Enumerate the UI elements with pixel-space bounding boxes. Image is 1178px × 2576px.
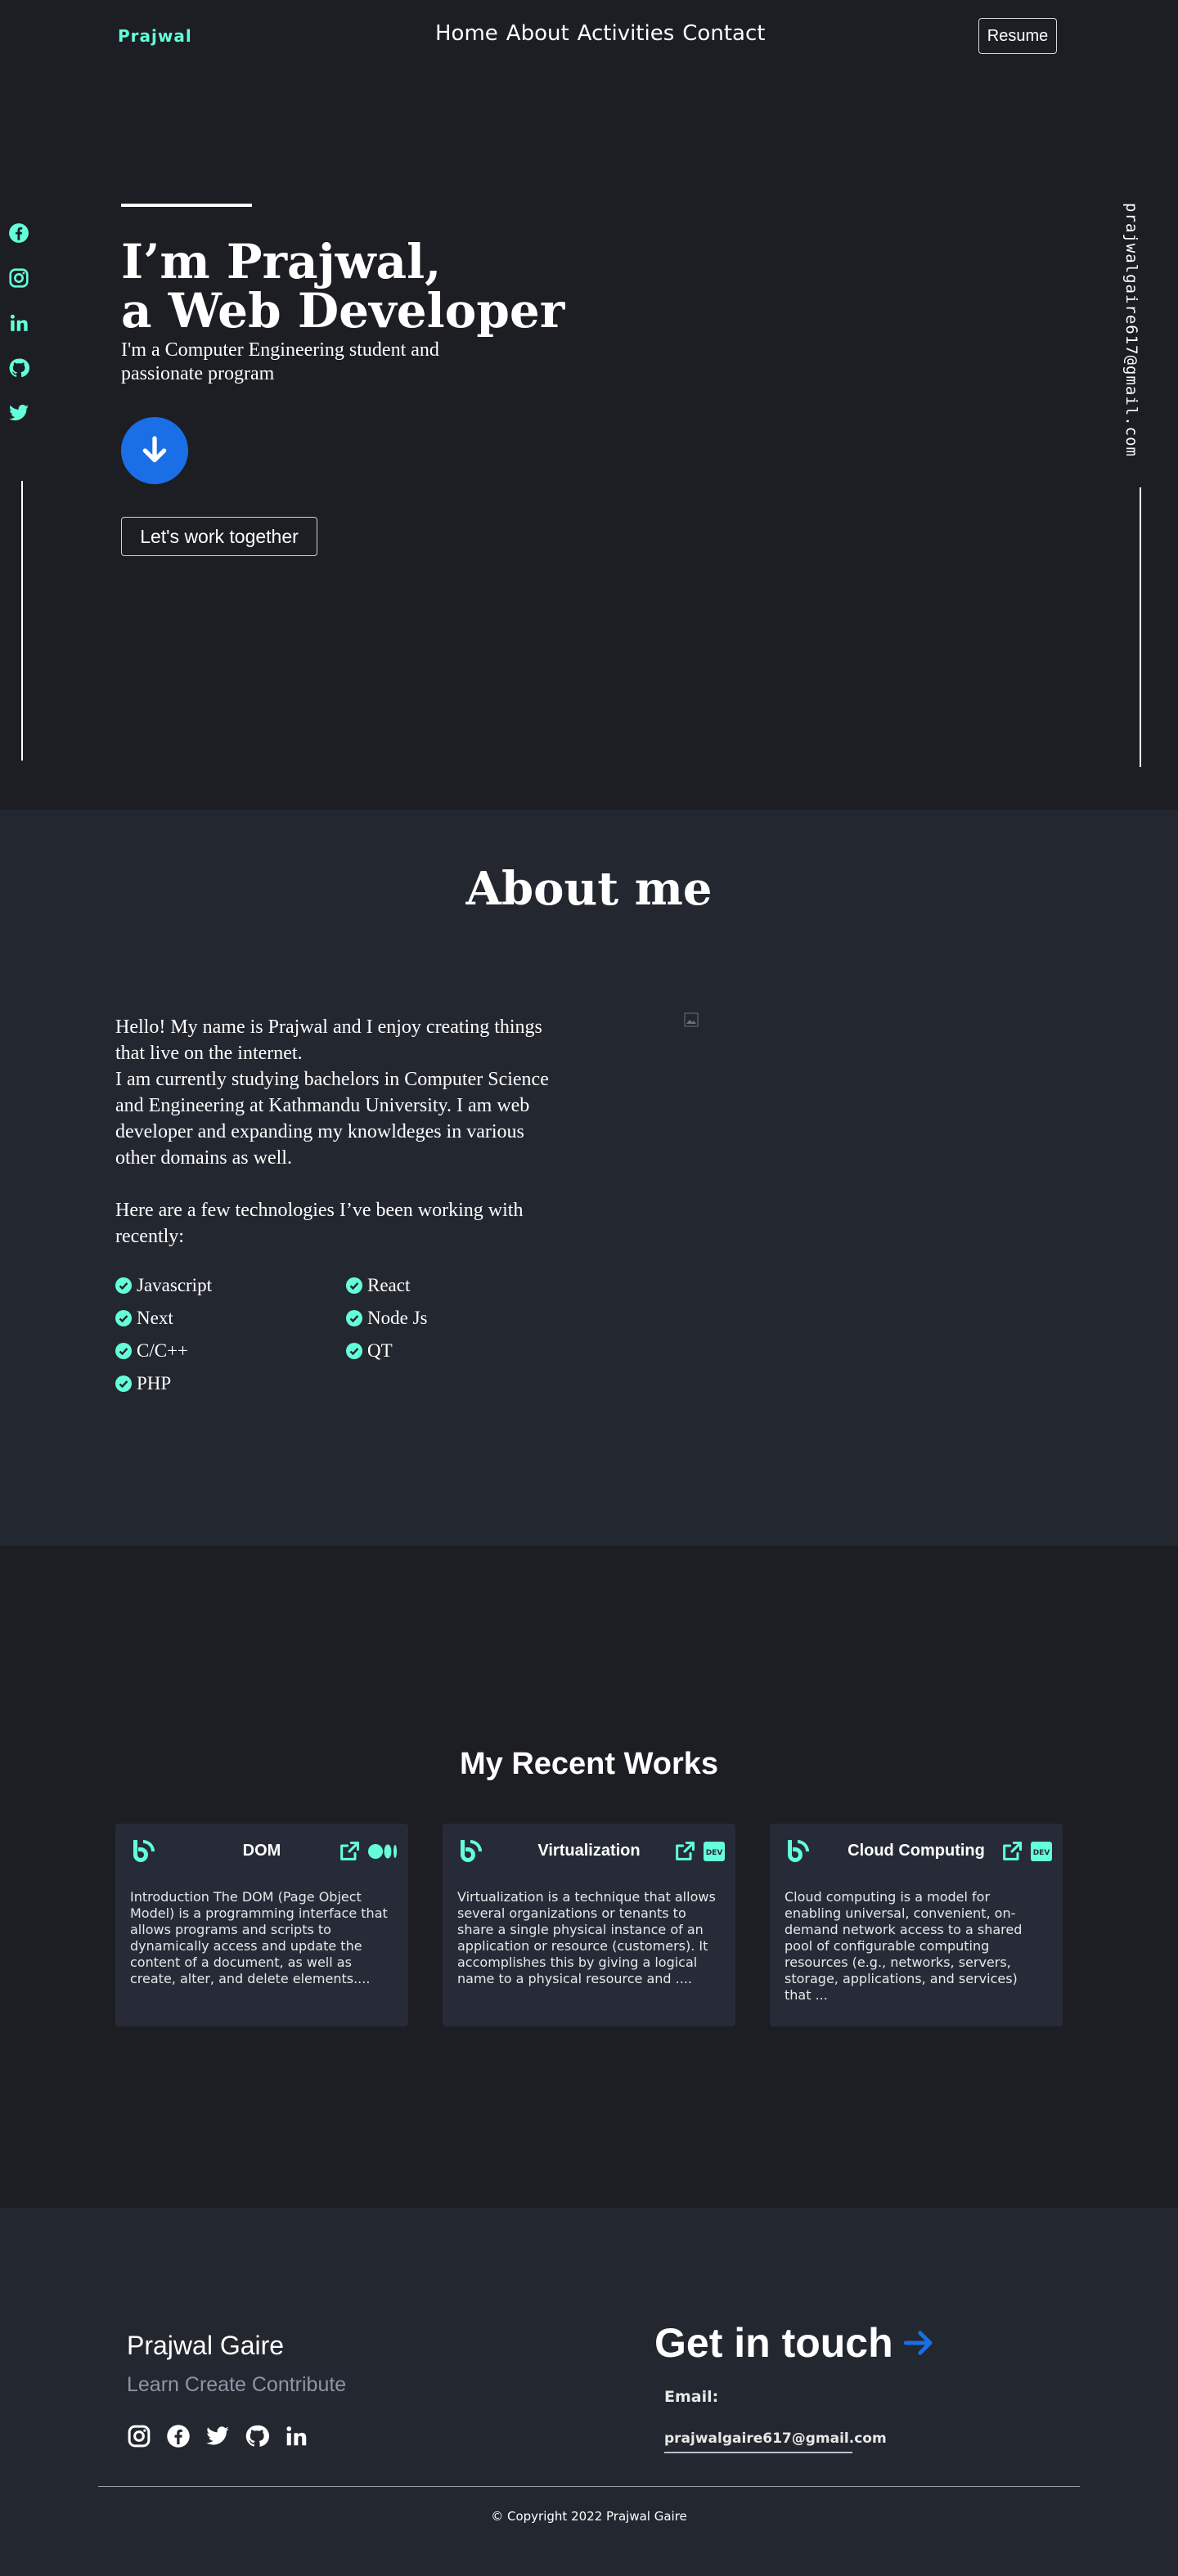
nav-home[interactable]: Home [435,21,498,46]
main-nav: Home About Activities Contact [435,21,765,46]
check-circle-icon [115,1310,132,1326]
get-in-touch-heading[interactable]: Get in touch [654,2319,936,2367]
check-circle-icon [115,1343,132,1359]
hero-title-line1: I’m Prajwal, [121,234,442,289]
tech-item: PHP [115,1372,346,1395]
twitter-icon[interactable] [8,402,29,424]
vertical-email-text[interactable]: prajwalgaire617@gmail.com [1122,203,1140,457]
github-icon[interactable] [245,2424,269,2448]
about-text: Hello! My name is Prajwal and I enjoy cr… [115,1014,557,1250]
external-link-icon[interactable] [673,1840,696,1863]
tech-item: Javascript [115,1274,346,1297]
footer-name: Prajwal Gaire [127,2331,285,2360]
linkedin-icon[interactable] [284,2424,308,2448]
scroll-down-button[interactable] [121,417,188,484]
footer-tagline: Learn Create Contribute [127,2373,347,2396]
card-body: Introduction The DOM (Page Object Model)… [130,1889,388,1986]
copyright-text: © Copyright 2022 Prajwal Gaire [491,2509,687,2524]
work-card[interactable]: DOM Introduction The DOM (Page Object Mo… [115,1824,408,2026]
hero-title: I’m Prajwal, a Web Developer [121,237,564,335]
hero-accent-bar [121,204,252,207]
nav-about[interactable]: About [506,21,569,46]
nav-activities[interactable]: Activities [578,21,675,46]
tech-item: QT [346,1340,573,1362]
site-logo[interactable]: Prajwal [118,26,192,46]
card-body: Virtualization is a technique that allow… [457,1889,716,1986]
vertical-email[interactable]: prajwalgaire617@gmail.com [1122,203,1155,457]
card-body: Cloud computing is a model for enabling … [785,1889,1023,2003]
footer-divider [98,2486,1080,2487]
external-link-icon[interactable] [338,1840,361,1863]
about-title: About me [465,862,713,916]
card-links: DEV [673,1840,726,1863]
left-divider-line [21,481,23,761]
check-circle-icon [346,1310,362,1326]
external-link-icon[interactable] [1000,1840,1023,1863]
broken-image-icon [684,1012,699,1027]
svg-text:DEV: DEV [1033,1849,1050,1857]
card-links: DEV [1000,1840,1053,1863]
footer-socials [127,2424,308,2448]
social-sidebar [8,222,29,424]
card-links [338,1840,398,1863]
work-card[interactable]: Cloud Computing DEV Cloud computing is a… [770,1824,1063,2026]
tech-item: Next [115,1307,346,1330]
tech-list: Javascript React Next Node Js C/C++ QT P… [115,1274,573,1395]
check-circle-icon [115,1376,132,1392]
about-para-3: Here are a few technologies I’ve been wo… [115,1200,524,1247]
about-para-1: Hello! My name is Prajwal and I enjoy cr… [115,1016,542,1064]
facebook-icon[interactable] [166,2424,191,2448]
nav-contact[interactable]: Contact [682,21,765,46]
work-card[interactable]: Virtualization DEV Virtualization is a t… [443,1824,735,2026]
arrow-right-icon[interactable] [901,2326,936,2360]
dev-icon[interactable]: DEV [1030,1840,1053,1863]
check-circle-icon [115,1277,132,1294]
github-icon[interactable] [8,357,29,379]
hero-subtitle: I'm a Computer Engineering student and p… [121,339,439,384]
medium-icon[interactable] [367,1840,398,1863]
tech-item: React [346,1274,573,1297]
email-label: Email: [664,2388,719,2406]
instagram-icon[interactable] [8,267,29,289]
arrow-down-icon [142,436,167,463]
get-in-touch-text[interactable]: Get in touch [654,2319,893,2367]
works-title: My Recent Works [459,1747,719,1781]
svg-text:DEV: DEV [706,1849,723,1857]
tech-item: Node Js [346,1307,573,1330]
check-circle-icon [346,1277,362,1294]
dev-icon[interactable]: DEV [703,1840,726,1863]
linkedin-icon[interactable] [8,312,29,334]
twitter-icon[interactable] [205,2424,230,2448]
resume-button[interactable]: Resume [978,18,1057,54]
instagram-icon[interactable] [127,2424,151,2448]
hero-title-line2: a Web Developer [121,283,565,339]
check-circle-icon [346,1343,362,1359]
facebook-icon[interactable] [8,222,29,244]
right-divider-line [1140,487,1141,767]
work-together-button[interactable]: Let's work together [121,517,317,556]
tech-item: C/C++ [115,1340,346,1362]
email-link[interactable]: prajwalgaire617@gmail.com [664,2430,887,2453]
about-para-2: I am currently studying bachelors in Com… [115,1069,549,1169]
